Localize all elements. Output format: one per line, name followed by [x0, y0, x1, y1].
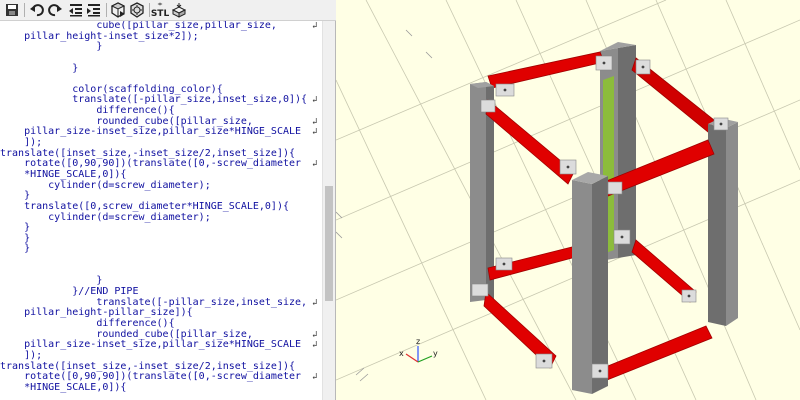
code-line: *HINGE_SCALE,0]){ [0, 381, 322, 394]
code-line-text: } [0, 62, 79, 74]
code-line-text: rotate([0,90,90])(translate([0,-screw_di… [0, 158, 302, 170]
code-line: pillar_size-inset_size,pillar_size*HINGE… [0, 339, 322, 351]
code-line-text: ]); [0, 349, 43, 361]
line-wrap-icon: ↲ [312, 116, 318, 127]
line-wrap-icon: ↲ [312, 297, 318, 308]
editor-vertical-scrollbar[interactable] [322, 21, 335, 400]
code-line-text: cylinder(d=screw_diameter); [0, 211, 211, 223]
axis-indicator: z x y [399, 337, 438, 363]
line-wrap-icon: ↲ [312, 372, 318, 383]
code-line-text: pillar_height-pillar_size]){ [0, 307, 193, 319]
code-line-text: } [0, 190, 31, 202]
code-line-text: translate([inset_size,-inset_size/2,inse… [0, 147, 296, 159]
line-wrap-icon: ↲ [312, 21, 318, 31]
redo-icon[interactable] [47, 2, 63, 18]
export-stl-label: STL [150, 9, 170, 19]
code-line-text: translate([-pillar_size,inset_size, [0, 296, 308, 308]
code-line: } [0, 41, 322, 53]
code-line-text: rounded_cube([pillar_size, [0, 328, 253, 340]
code-line-text: difference(){ [0, 105, 175, 117]
code-line-text: pillar_size-inset_size,pillar_size*HINGE… [0, 126, 302, 138]
code-line-text: rotate([0,90,90])(translate([0,-screw_di… [0, 371, 302, 383]
viewport-canvas[interactable]: z x y [336, 0, 800, 400]
code-line-text: difference(){ [0, 317, 175, 329]
code-line-text: translate([0,screw_diameter*HINGE_SCALE,… [0, 200, 289, 212]
front-pillar [572, 172, 608, 394]
code-line-text: cylinder(d=screw_diameter); [0, 179, 211, 191]
axis-z-label: z [416, 337, 420, 346]
undo-icon[interactable] [29, 2, 45, 18]
axis-ticks [336, 29, 433, 382]
code-editor-pane: STL cube([pillar_size,pillar_size, ↲ pill… [0, 0, 336, 400]
code-line-text: } [0, 232, 31, 244]
code-line: cylinder(d=screw_diameter); [0, 179, 322, 192]
toolbar-separator [106, 3, 107, 17]
code-line-text: color(scaffolding_color){ [0, 83, 223, 95]
code-line-text: } [0, 222, 31, 234]
axis-x-label: x [399, 349, 404, 358]
scrollbar-thumb[interactable] [325, 186, 333, 301]
editor-toolbar: STL [0, 0, 336, 21]
export-stl-icon[interactable]: STL [150, 2, 170, 19]
save-icon[interactable] [4, 2, 20, 18]
indent-icon[interactable] [86, 2, 102, 18]
line-wrap-icon: ↲ [312, 159, 318, 170]
code-line: } [0, 62, 322, 75]
code-text-area[interactable]: cube([pillar_size,pillar_size, ↲ pillar_h… [0, 21, 322, 400]
toolbar-separator [24, 3, 25, 17]
beam-front-right-bottom [597, 325, 713, 383]
beam-back-left-top [487, 51, 605, 89]
code-line-text: rounded_cube([pillar_size, [0, 115, 253, 127]
code-line-text: translate([inset_size,-inset_size/2,inse… [0, 360, 296, 372]
code-line-text: translate([-pillar_size,inset_size,0]){ [0, 94, 308, 106]
code-line-text: } [0, 41, 103, 53]
line-wrap-icon: ↲ [312, 95, 318, 106]
code-line-text: } [0, 275, 103, 287]
axis-y-label: y [433, 349, 438, 358]
code-line: } [0, 232, 322, 245]
line-wrap-icon: ↲ [312, 127, 318, 138]
code-line: } [0, 222, 322, 234]
code-line: cylinder(d=screw_diameter); [0, 211, 322, 224]
code-line-text: pillar_size-inset_size,pillar_size*HINGE… [0, 339, 302, 351]
code-line-text: pillar_height-inset_size*2]); [0, 30, 199, 42]
code-line-text: ]); [0, 137, 43, 149]
code-line: pillar_size-inset_size,pillar_size*HINGE… [0, 127, 322, 138]
render-icon[interactable] [129, 2, 145, 18]
send-to-print-icon[interactable] [171, 2, 187, 18]
unindent-icon[interactable] [68, 2, 84, 18]
code-line-text: *HINGE_SCALE,0]){ [0, 168, 127, 180]
code-line-text: }//END PIPE [0, 286, 139, 298]
preview-icon[interactable] [110, 2, 126, 18]
3d-viewport[interactable]: z x y [336, 0, 800, 400]
line-wrap-icon: ↲ [312, 329, 318, 340]
right-pillar [708, 118, 738, 326]
line-wrap-icon: ↲ [312, 340, 318, 351]
code-line-text: cube([pillar_size,pillar_size, [0, 21, 277, 31]
code-line: } [0, 244, 322, 255]
code-line-text: } [0, 243, 31, 255]
code-line-text: *HINGE_SCALE,0]){ [0, 381, 127, 393]
